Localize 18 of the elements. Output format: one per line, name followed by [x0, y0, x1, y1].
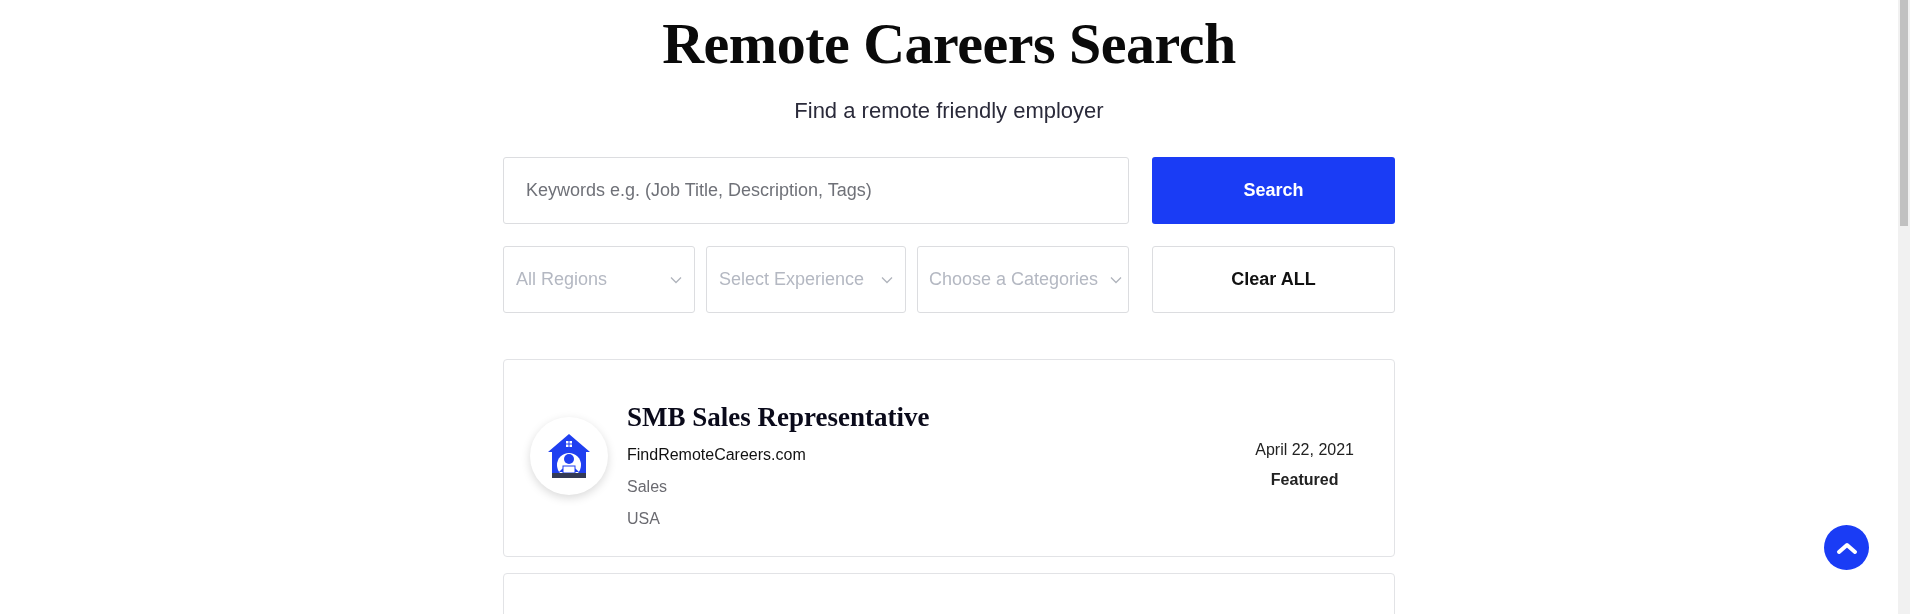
chevron-down-icon — [881, 275, 893, 284]
job-location: USA — [627, 510, 661, 528]
search-field[interactable]: Keywords e.g. (Job Title, Description, Tags) — [503, 157, 1129, 224]
search-button[interactable]: Search — [1152, 157, 1395, 224]
page-subtitle: Find a remote friendly employer — [793, 97, 1105, 125]
page-title: Remote Careers Search — [661, 10, 1237, 78]
scrollbar[interactable] — [1898, 0, 1910, 614]
chevron-down-icon — [670, 275, 682, 284]
scrollbar-thumb[interactable] — [1900, 0, 1908, 226]
chevron-down-icon — [1110, 275, 1122, 284]
job-category: Sales — [627, 478, 669, 496]
featured-label: Featured — [1270, 471, 1339, 489]
clear-all-button[interactable]: Clear ALL — [1152, 246, 1395, 313]
job-card[interactable]: SMB Sales Representative FindRemoteCareers.com Sales USA April 22, 2021 Featured — [503, 359, 1395, 557]
chevron-up-icon — [1835, 540, 1858, 555]
company-name: FindRemoteCareers.com — [627, 446, 807, 464]
job-title[interactable]: SMB Sales Representative — [627, 400, 1256, 434]
post-date: April 22, 2021 — [1255, 441, 1354, 459]
